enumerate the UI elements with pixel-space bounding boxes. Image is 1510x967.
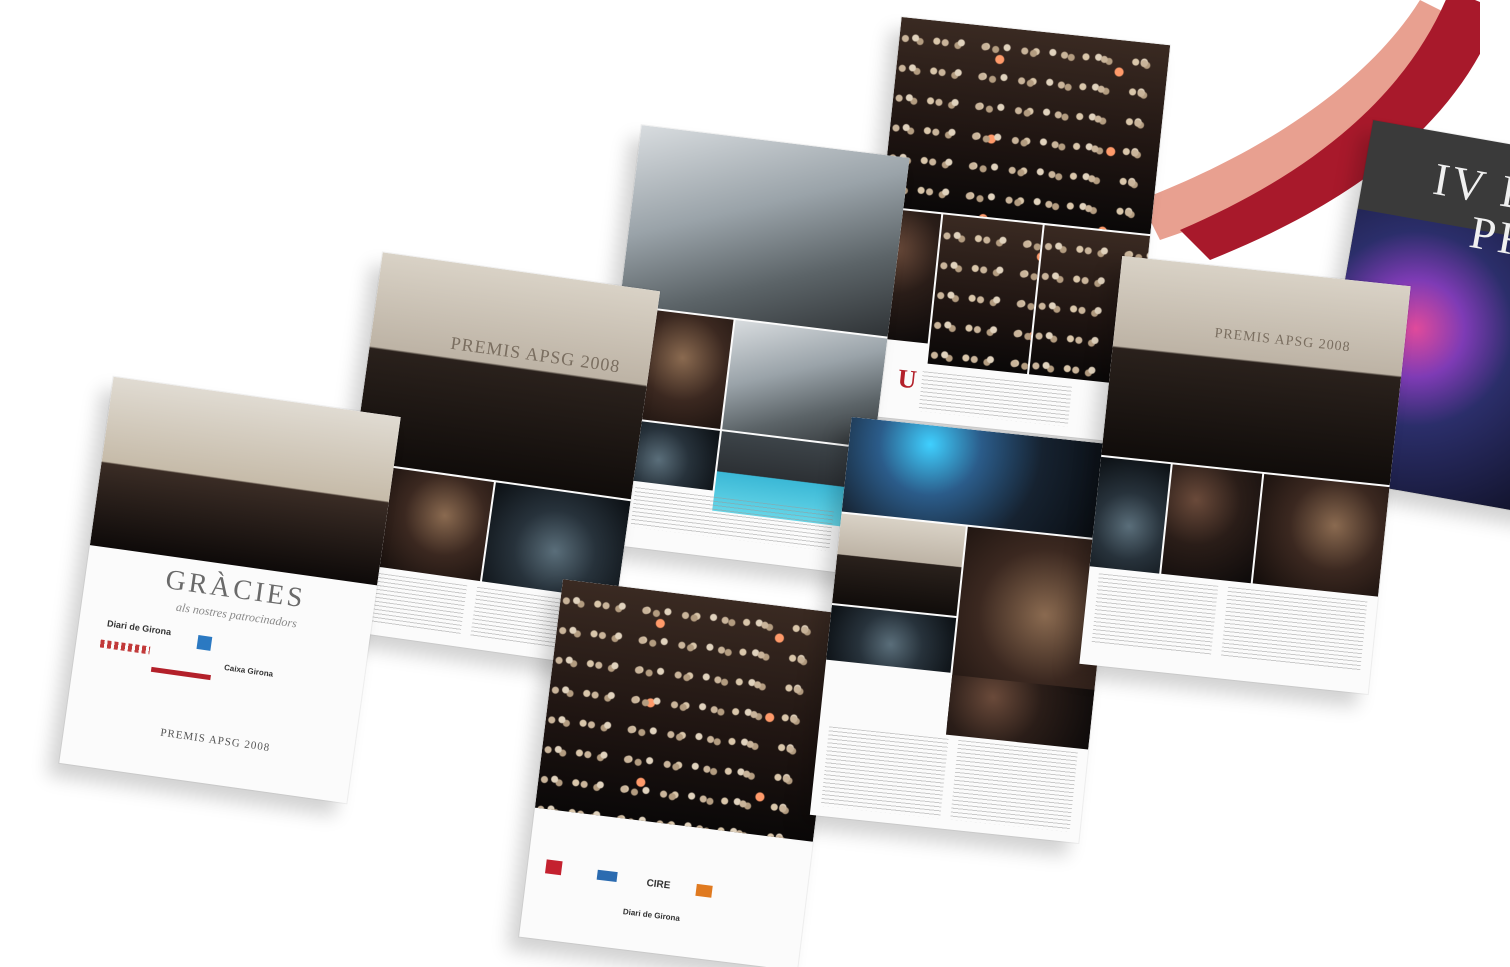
dinner-photo-grid [881,16,1171,235]
speaker-text-column-1 [820,726,949,819]
magazine-collage: IV ED PR U A PREMIS APSG 2008 GRÀCIES al… [0,0,1510,967]
dinner-sponsors-page: Diari de Girona CIRE [519,579,841,967]
awards-photo-mid [1161,464,1263,584]
awards-photo-left [1089,456,1171,574]
dinner-grid-photo [534,579,841,842]
venue-night-photo [826,604,957,673]
speaker-text-column-2 [950,739,1078,833]
dinner-text-column [918,371,1072,427]
gracies-sponsor-page: GRÀCIES als nostres patrocinadors Diari … [59,376,401,804]
sponsor-logo-red-bar [150,666,211,681]
winners-photo [1101,255,1411,486]
bottom-sponsor-blue-logo [596,869,618,883]
speaker-page [809,416,1121,844]
awards-text-column-2 [1220,586,1368,672]
bottom-sponsor-diari: Diari de Girona [622,907,681,924]
group-photo-small [832,513,966,617]
sponsor-diari-de-girona: Diari de Girona [106,618,172,638]
sponsor-logo-blue [196,635,213,651]
awards-text-column-1 [1091,573,1219,656]
awards-photo-right [1252,474,1390,597]
building-photo [619,125,910,337]
bottom-sponsor-cire: CIRE [645,877,671,892]
dinner-dropcap: U [896,363,919,395]
awards-right-page: PREMIS APSG 2008 [1079,255,1411,695]
sponsor-logo-red-script [99,639,151,655]
sponsor-caixa-girona: Caixa Girona [223,662,274,679]
dinner-photo-lower-mid [927,214,1043,375]
speaker-photo-woman [481,482,631,601]
bottom-sponsor-orange-logo [695,883,713,898]
bottom-sponsor-red-logo [545,859,563,876]
premis-logo: PREMIS APSG 2008 [159,726,271,755]
trophies-photo [89,376,401,586]
